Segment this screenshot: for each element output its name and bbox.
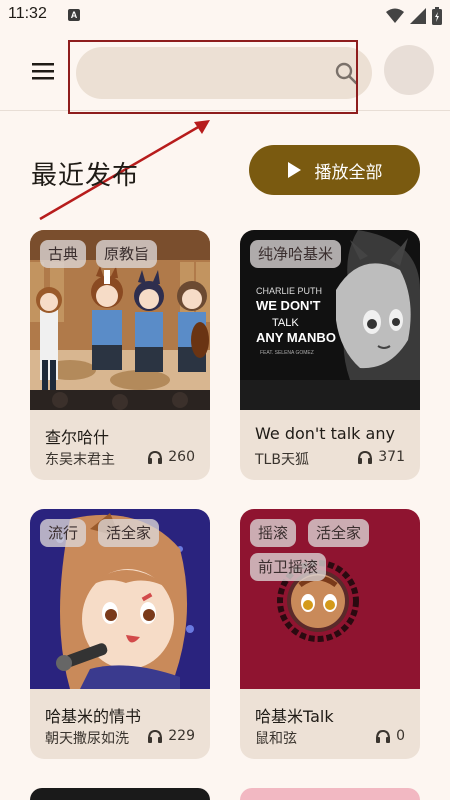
card-title: 哈基米Talk (255, 707, 334, 726)
genre-tag[interactable]: 活全家 (308, 519, 370, 547)
play-count: 371 (358, 449, 405, 465)
play-count-value: 229 (168, 728, 195, 744)
card-meta: 东吴末君主 260 (45, 449, 195, 469)
card-author: 东吴末君主 (45, 452, 115, 468)
play-count-value: 260 (168, 449, 195, 465)
headphones-icon (148, 450, 163, 464)
wifi-icon (386, 8, 404, 23)
status-bar: 11:32 A (0, 0, 450, 34)
hamburger-menu-icon (32, 63, 54, 80)
genre-tag[interactable]: 原教旨 (96, 240, 158, 268)
section-title: 最近发布 (31, 161, 140, 191)
song-card[interactable]: 古典 原教旨 查尔哈什 东吴末君主 260 (30, 230, 210, 480)
cover-text: ANY MANBO (256, 330, 336, 345)
genre-tag[interactable]: 流行 (40, 519, 87, 547)
cover-text: WE DON'T (256, 298, 321, 313)
headphones-icon (358, 450, 373, 464)
genre-tag[interactable]: 纯净哈基米 (250, 240, 342, 268)
card-title: We don't talk any (255, 424, 395, 443)
song-card-partial[interactable] (30, 788, 210, 800)
card-meta: 鼠和弦 0 (255, 728, 405, 748)
song-card[interactable]: CHARLIE PUTH WE DON'T TALK ANY MANBO FEA… (240, 230, 420, 480)
card-author: 鼠和弦 (255, 731, 297, 747)
headphones-icon (376, 729, 391, 743)
card-title: 查尔哈什 (45, 428, 110, 447)
card-meta: TLB天狐 371 (255, 449, 405, 469)
status-icons (386, 6, 442, 26)
signal-icon (410, 8, 426, 24)
cover-text: TALK (272, 317, 299, 329)
play-count: 0 (376, 728, 405, 744)
card-meta: 朝天撒尿如洗 229 (45, 728, 195, 748)
cover-text: CHARLIE PUTH (256, 286, 322, 296)
genre-tag[interactable]: 摇滚 (250, 519, 297, 547)
play-count: 260 (148, 449, 195, 465)
song-card-partial[interactable] (240, 788, 420, 800)
play-count: 229 (148, 728, 195, 744)
play-count-value: 371 (378, 449, 405, 465)
headphones-icon (148, 729, 163, 743)
genre-tag[interactable]: 古典 (40, 240, 87, 268)
cover-text: FEAT. SELENA GOMEZ (260, 350, 314, 356)
genre-tag[interactable]: 前卫摇滚 (250, 553, 327, 581)
battery-icon (432, 7, 442, 25)
song-card[interactable]: 流行 活全家 哈基米的情书 朝天撒尿如洗 229 (30, 509, 210, 759)
play-count-value: 0 (396, 728, 405, 744)
play-icon (287, 162, 301, 178)
card-author: TLB天狐 (255, 452, 309, 468)
search-icon (335, 62, 358, 85)
search-input[interactable] (96, 59, 330, 89)
search-button[interactable] (334, 61, 358, 85)
genre-tag[interactable]: 活全家 (98, 519, 160, 547)
app-bar (0, 34, 450, 111)
play-all-button[interactable]: 播放全部 (249, 145, 420, 195)
notification-icon: A (68, 9, 80, 21)
song-card[interactable]: 摇滚 活全家 前卫摇滚 哈基米Talk 鼠和弦 0 (240, 509, 420, 759)
status-time: 11:32 (8, 5, 47, 22)
search-bar[interactable] (76, 47, 372, 99)
avatar[interactable] (384, 45, 434, 95)
play-all-label: 播放全部 (314, 162, 383, 183)
card-title: 哈基米的情书 (45, 707, 142, 726)
menu-button[interactable] (24, 58, 66, 84)
card-author: 朝天撒尿如洗 (45, 731, 129, 747)
